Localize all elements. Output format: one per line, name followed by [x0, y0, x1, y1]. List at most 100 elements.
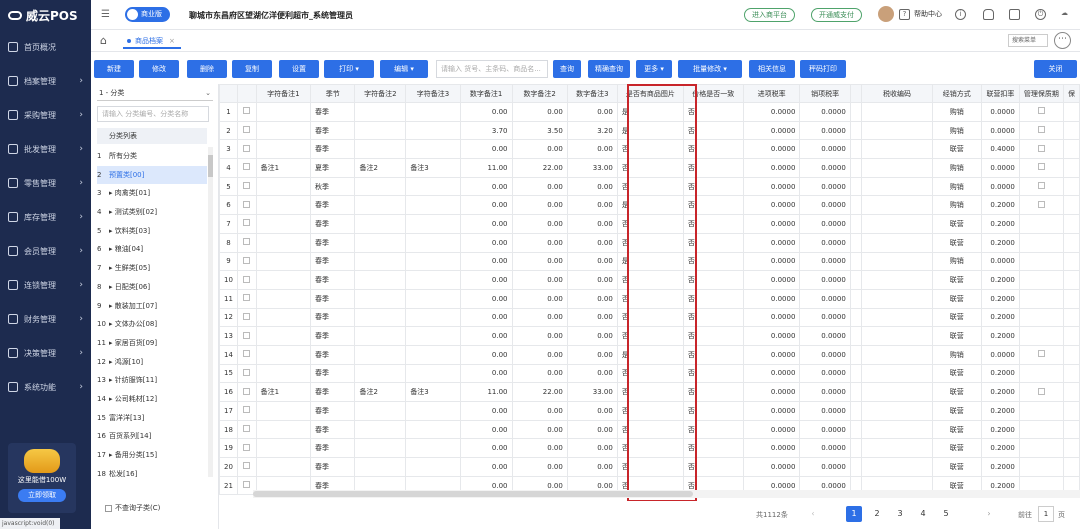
- more-icon[interactable]: ⋯: [1054, 32, 1071, 49]
- shelf-life-checkbox[interactable]: [1018, 438, 1064, 459]
- sidebar-item-0[interactable]: 首页概况: [0, 30, 91, 64]
- column-header[interactable]: 季节: [310, 84, 356, 103]
- more-dropdown-button[interactable]: 更多 ▾: [636, 60, 672, 78]
- row-checkbox[interactable]: [236, 344, 257, 365]
- help-center-link[interactable]: 帮助中心: [914, 9, 942, 19]
- sidebar-item-3[interactable]: 批发管理 ›: [0, 132, 91, 166]
- page-number[interactable]: 4: [915, 506, 931, 522]
- category-item[interactable]: 16 百货系列[14]: [97, 427, 207, 446]
- related-info-button[interactable]: 相关信息: [749, 60, 795, 78]
- shelf-life-checkbox[interactable]: [1018, 326, 1064, 346]
- column-header[interactable]: 管理保质期: [1018, 84, 1064, 103]
- table-row[interactable]: 12 春季 0.00 0.00 0.00 否否 0.0000 0.0000 联营 0.2000: [219, 307, 1080, 328]
- table-row[interactable]: 14 春季 0.00 0.00 0.00 是否 0.0000 0.0000 购销 0.0000: [219, 344, 1080, 365]
- column-header[interactable]: 是否有商品图片: [616, 84, 684, 103]
- column-header[interactable]: [219, 84, 238, 103]
- print-dropdown-button[interactable]: 打印 ▾: [324, 60, 374, 78]
- avatar[interactable]: [878, 6, 894, 22]
- column-header[interactable]: 数字备注1: [459, 84, 513, 103]
- shelf-life-checkbox[interactable]: [1018, 195, 1064, 216]
- sidebar-item-2[interactable]: 采购管理 ›: [0, 98, 91, 132]
- menu-search-input[interactable]: 搜索菜单: [1008, 34, 1048, 47]
- column-header[interactable]: 字符备注2: [354, 84, 407, 103]
- shelf-life-checkbox[interactable]: [1018, 232, 1064, 253]
- table-row[interactable]: 5 秋季 0.00 0.00 0.00 否否 0.0000 0.0000 购销 0.0000: [219, 176, 1080, 197]
- table-row[interactable]: 10 春季 0.00 0.00 0.00 否否 0.0000 0.0000 联营 0.2000: [219, 270, 1080, 290]
- info-icon[interactable]: i: [955, 9, 966, 20]
- home-icon[interactable]: ⌂: [100, 34, 107, 47]
- cloud-sync-icon[interactable]: ☁: [1059, 9, 1070, 20]
- category-item[interactable]: 7 ▸ 生鲜类[05]: [97, 259, 207, 278]
- category-item[interactable]: 3 ▸ 肉禽类[01]: [97, 184, 207, 203]
- shelf-life-checkbox[interactable]: [1018, 382, 1064, 402]
- column-header[interactable]: 价格是否一致: [682, 84, 744, 103]
- row-checkbox[interactable]: [236, 363, 257, 384]
- category-item[interactable]: 5 ▸ 饮料类[03]: [97, 222, 207, 241]
- sidebar-item-4[interactable]: 零售管理 ›: [0, 166, 91, 200]
- row-checkbox[interactable]: [236, 251, 257, 272]
- promo-button[interactable]: 立即领取: [18, 489, 66, 502]
- sidebar-item-8[interactable]: 财务管理 ›: [0, 302, 91, 336]
- shelf-life-checkbox[interactable]: [1018, 344, 1064, 365]
- column-header[interactable]: 字符备注1: [255, 84, 312, 103]
- category-item[interactable]: 9 ▸ 散装加工[07]: [97, 297, 207, 316]
- row-checkbox[interactable]: [236, 438, 257, 459]
- category-item[interactable]: 2 预置类[00]: [97, 165, 207, 185]
- shelf-life-checkbox[interactable]: [1018, 419, 1064, 440]
- table-row[interactable]: 9 春季 0.00 0.00 0.00 是否 0.0000 0.0000 购销 0.0000: [219, 251, 1080, 272]
- shelf-life-checkbox[interactable]: [1018, 139, 1064, 160]
- partner-platform-button[interactable]: 进入商平台: [744, 8, 795, 22]
- table-row[interactable]: 8 春季 0.00 0.00 0.00 否否 0.0000 0.0000 联营 0.2000: [219, 232, 1080, 253]
- shelf-life-checkbox[interactable]: [1018, 251, 1064, 272]
- page-number[interactable]: 3: [892, 506, 908, 522]
- shelf-life-checkbox[interactable]: [1018, 120, 1064, 141]
- shelf-life-checkbox[interactable]: [1018, 307, 1064, 328]
- horizontal-scrollbar[interactable]: [253, 490, 1080, 498]
- close-button[interactable]: 关闭: [1034, 60, 1077, 78]
- table-row[interactable]: 20 春季 0.00 0.00 0.00 否否 0.0000 0.0000 联营 0.2000: [219, 457, 1080, 477]
- category-search-input[interactable]: 请输入 分类编号、分类名称: [97, 106, 209, 122]
- category-item[interactable]: 8 ▸ 日配类[06]: [97, 278, 207, 297]
- barcode-print-button[interactable]: 秤码打印: [800, 60, 846, 78]
- query-button[interactable]: 查询: [553, 60, 581, 78]
- table-row[interactable]: 13 春季 0.00 0.00 0.00 否否 0.0000 0.0000 联营 0.2000: [219, 326, 1080, 346]
- table-row[interactable]: 6 春季 0.00 0.00 0.00 是否 0.0000 0.0000 购销 0.2000: [219, 195, 1080, 216]
- row-checkbox[interactable]: [236, 270, 257, 290]
- copy-button[interactable]: 复制: [232, 60, 272, 78]
- sidebar-item-10[interactable]: 系统功能 ›: [0, 370, 91, 404]
- sidebar-item-9[interactable]: 决策管理 ›: [0, 336, 91, 370]
- row-checkbox[interactable]: [236, 326, 257, 346]
- new-button[interactable]: 新建: [94, 60, 134, 78]
- batch-edit-dropdown-button[interactable]: 批量修改 ▾: [678, 60, 742, 78]
- table-row[interactable]: 2 春季 3.70 3.50 3.20 是否 0.0000 0.0000 购销 0.0000: [219, 120, 1080, 141]
- category-item[interactable]: 12 ▸ 鸿源[10]: [97, 353, 207, 372]
- category-item[interactable]: 10 ▸ 文体办公[08]: [97, 315, 207, 334]
- shelf-life-checkbox[interactable]: [1018, 158, 1064, 178]
- page-number[interactable]: 1: [846, 506, 862, 522]
- column-header[interactable]: 销项税率: [799, 84, 851, 103]
- sidebar-item-7[interactable]: 连锁管理 ›: [0, 268, 91, 302]
- column-header[interactable]: [849, 84, 863, 103]
- column-header[interactable]: 保: [1062, 84, 1080, 103]
- column-header[interactable]: [236, 84, 257, 103]
- category-item[interactable]: 6 ▸ 粮油[04]: [97, 240, 207, 259]
- row-checkbox[interactable]: [236, 195, 257, 216]
- column-header[interactable]: 联营扣率: [981, 84, 1020, 103]
- category-scrollbar[interactable]: [208, 147, 213, 477]
- table-row[interactable]: 7 春季 0.00 0.00 0.00 否否 0.0000 0.0000 联营 0.2000: [219, 214, 1080, 234]
- table-row[interactable]: 1 春季 0.00 0.00 0.00 是否 0.0000 0.0000 购销 0.0000: [219, 102, 1080, 122]
- table-row[interactable]: 15 春季 0.00 0.00 0.00 否否 0.0000 0.0000 联营 0.2000: [219, 363, 1080, 384]
- row-checkbox[interactable]: [236, 120, 257, 141]
- compile-dropdown-button[interactable]: 编辑 ▾: [380, 60, 428, 78]
- shelf-life-checkbox[interactable]: [1018, 102, 1064, 122]
- sidebar-item-5[interactable]: 库存管理 ›: [0, 200, 91, 234]
- table-row[interactable]: 18 春季 0.00 0.00 0.00 否否 0.0000 0.0000 联营 0.2000: [219, 419, 1080, 440]
- column-header[interactable]: 数字备注2: [511, 84, 568, 103]
- bell-icon[interactable]: [983, 9, 994, 20]
- no-subcategory-checkbox[interactable]: 不查询子类(C): [105, 503, 160, 513]
- category-level-select[interactable]: 1 - 分类 ⌄: [97, 86, 213, 101]
- row-checkbox[interactable]: [236, 382, 257, 402]
- category-item[interactable]: 13 ▸ 针纺服饰[11]: [97, 371, 207, 390]
- category-item[interactable]: 11 ▸ 家居百货[09]: [97, 334, 207, 353]
- prev-page-icon[interactable]: ‹: [805, 506, 821, 522]
